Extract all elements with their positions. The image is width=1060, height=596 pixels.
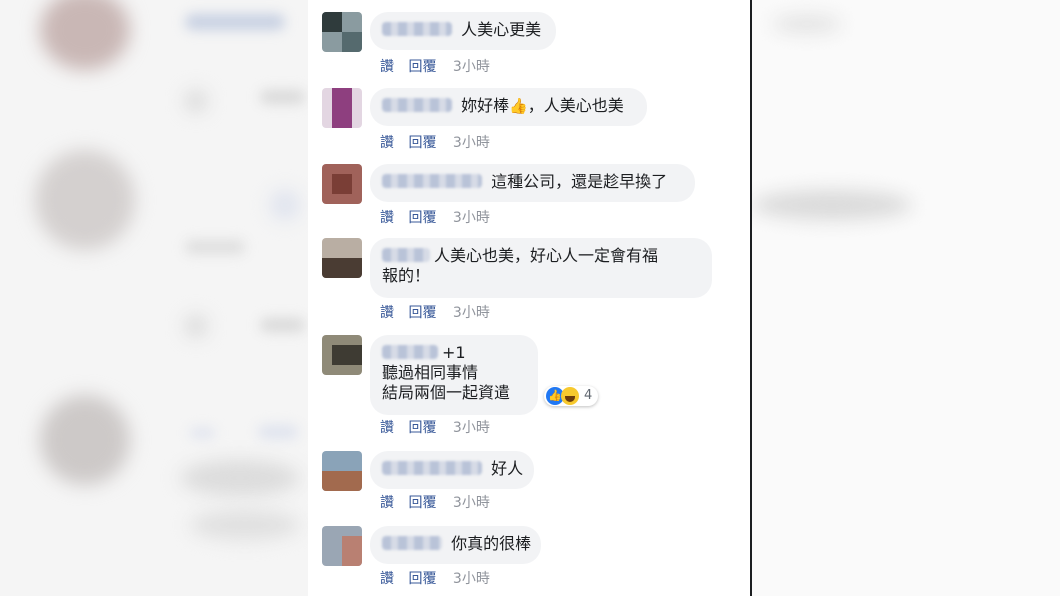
commenter-name[interactable] <box>382 248 430 262</box>
blurred-text <box>258 425 298 439</box>
avatar[interactable] <box>322 335 362 375</box>
commenter-name[interactable] <box>382 174 482 188</box>
blurred-text <box>260 90 305 104</box>
comment-actions: 讚 回覆 3小時 <box>380 207 500 227</box>
panel-divider <box>750 0 752 596</box>
commenter-name[interactable] <box>382 461 482 475</box>
timestamp[interactable]: 3小時 <box>453 135 490 151</box>
timestamp[interactable]: 3小時 <box>453 305 490 321</box>
commenter-name[interactable] <box>382 536 442 550</box>
comment-text: +1 <box>442 343 466 362</box>
like-link[interactable]: 讚 <box>380 495 394 511</box>
avatar[interactable] <box>322 88 362 128</box>
avatar[interactable] <box>322 451 362 491</box>
blurred-avatar <box>35 150 135 250</box>
comment-bubble: +1 聽過相同事情 結局兩個一起資遣 <box>370 335 538 415</box>
blurred-avatar <box>40 0 130 70</box>
avatar[interactable] <box>322 164 362 204</box>
blurred-text <box>185 240 245 254</box>
avatar[interactable] <box>322 238 362 278</box>
comment-bubble: 妳好棒👍，人美心也美 <box>370 88 647 126</box>
blurred-left-panel <box>0 0 308 596</box>
blurred-text <box>752 190 912 220</box>
blurred-text <box>180 460 300 496</box>
reply-link[interactable]: 回覆 <box>408 135 436 151</box>
comment-text: ，人美心也美 <box>527 96 624 115</box>
like-link[interactable]: 讚 <box>380 59 394 75</box>
timestamp[interactable]: 3小時 <box>453 420 490 436</box>
haha-reaction-icon <box>561 386 579 405</box>
comment-bubble: 好人 <box>370 451 534 489</box>
comment-text: 妳好棒 <box>461 96 510 115</box>
comment-text: 聽過相同事情 <box>382 363 479 382</box>
commenter-name[interactable] <box>382 98 452 112</box>
reaction-summary[interactable]: 👍 4 <box>540 385 599 406</box>
comment-actions: 讚 回覆 3小時 <box>380 132 500 152</box>
comment-thread: 人美心更美 讚 回覆 3小時 妳好棒👍，人美心也美 讚 回覆 3小時 這種公司，… <box>308 0 750 596</box>
timestamp[interactable]: 3小時 <box>453 495 490 511</box>
comment-bubble: 這種公司，還是趁早換了 <box>370 164 695 202</box>
commenter-name[interactable] <box>382 345 438 359</box>
timestamp[interactable]: 3小時 <box>453 210 490 226</box>
comment-actions: 讚 回覆 3小時 <box>380 417 500 437</box>
blurred-icon <box>185 90 207 112</box>
reply-link[interactable]: 回覆 <box>408 210 436 226</box>
blurred-icon <box>185 315 207 337</box>
blurred-avatar <box>40 395 130 485</box>
blurred-text <box>190 510 300 540</box>
blurred-text <box>772 15 842 33</box>
comment-text: 人美心也美，好心人一定會有福 <box>434 246 659 265</box>
comment-actions: 讚 回覆 3小時 <box>380 492 500 512</box>
comment-text: 這種公司，還是趁早換了 <box>491 172 668 191</box>
avatar[interactable] <box>322 12 362 52</box>
like-link[interactable]: 讚 <box>380 135 394 151</box>
reply-link[interactable]: 回覆 <box>408 571 436 587</box>
blurred-text <box>185 14 285 30</box>
reply-link[interactable]: 回覆 <box>408 59 436 75</box>
blurred-right-panel <box>752 0 1060 596</box>
comment-actions: 讚 回覆 3小時 <box>380 568 500 588</box>
thumbs-up-icon: 👍 <box>509 97 528 115</box>
like-link[interactable]: 讚 <box>380 305 394 321</box>
comment-text: 報的！ <box>382 266 431 285</box>
comment-actions: 讚 回覆 3小時 <box>380 302 500 322</box>
comment-bubble: 你真的很棒 <box>370 526 541 564</box>
reaction-count: 4 <box>584 388 593 403</box>
timestamp[interactable]: 3小時 <box>453 571 490 587</box>
comment-text: 結局兩個一起資遣 <box>382 383 511 402</box>
blurred-text <box>190 428 215 438</box>
like-link[interactable]: 讚 <box>380 571 394 587</box>
avatar[interactable] <box>322 526 362 566</box>
commenter-name[interactable] <box>382 22 452 36</box>
like-link[interactable]: 讚 <box>380 420 394 436</box>
blurred-icon <box>270 190 300 220</box>
reply-link[interactable]: 回覆 <box>408 495 436 511</box>
comment-actions: 讚 回覆 3小時 <box>380 56 500 76</box>
comment-text: 好人 <box>491 459 524 478</box>
comment-text: 人美心更美 <box>461 20 542 39</box>
blurred-text <box>260 318 305 332</box>
timestamp[interactable]: 3小時 <box>453 59 490 75</box>
reply-link[interactable]: 回覆 <box>408 305 436 321</box>
comment-text: 你真的很棒 <box>451 534 532 553</box>
comment-bubble: 人美心更美 <box>370 12 556 50</box>
like-link[interactable]: 讚 <box>380 210 394 226</box>
comment-bubble: 人美心也美，好心人一定會有福 報的！ <box>370 238 712 298</box>
reply-link[interactable]: 回覆 <box>408 420 436 436</box>
